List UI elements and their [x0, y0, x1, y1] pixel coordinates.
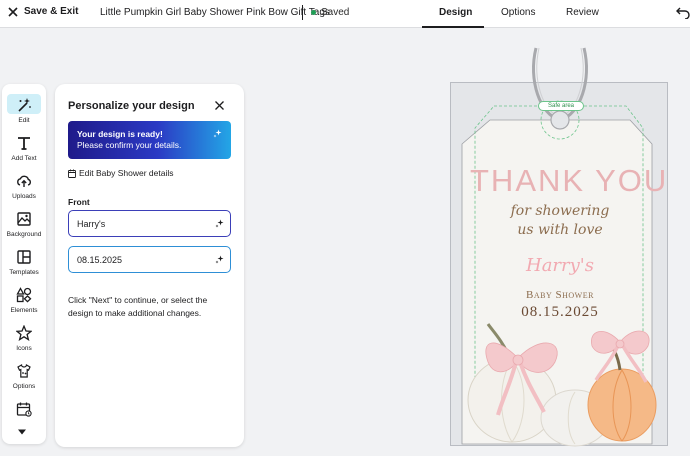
tab-design[interactable]: Design: [439, 7, 472, 18]
top-bar: Save & Exit Little Pumpkin Girl Baby Sho…: [0, 0, 690, 28]
close-icon[interactable]: [214, 100, 225, 111]
tool-edit-label: Edit: [18, 117, 30, 124]
tool-templates[interactable]: Templates: [4, 246, 44, 280]
tool-add-text[interactable]: Add Text: [4, 132, 44, 166]
saved-dot-icon: [311, 10, 316, 15]
save-exit-button[interactable]: Save & Exit: [8, 6, 78, 17]
calendar-icon: [16, 402, 32, 417]
name-field[interactable]: [68, 210, 231, 237]
tab-review[interactable]: Review: [566, 7, 599, 18]
text-icon: [18, 137, 30, 150]
close-icon: [8, 6, 18, 17]
ai-sparkle-icon[interactable]: [215, 219, 224, 228]
tag-script-line-1[interactable]: for showering: [470, 203, 650, 219]
tool-templates-label: Templates: [9, 269, 39, 276]
save-exit-label: Save & Exit: [24, 6, 79, 17]
title-divider: [302, 5, 303, 20]
image-icon: [17, 212, 31, 226]
edit-details-label: Edit Baby Shower details: [79, 168, 174, 178]
templates-icon: [17, 250, 31, 264]
personalize-panel: Personalize your design Your design is r…: [55, 84, 244, 447]
ready-title: Your design is ready!: [77, 129, 163, 139]
ready-banner: Your design is ready! Please confirm you…: [68, 121, 231, 159]
tag-script-line-2[interactable]: us with love: [470, 222, 650, 238]
calendar-edit-icon: [68, 169, 76, 178]
tool-uploads[interactable]: Uploads: [4, 170, 44, 204]
ready-subtitle: Please confirm your details.: [77, 140, 182, 150]
tool-background-label: Background: [6, 231, 42, 238]
tag-hole: [550, 110, 570, 130]
left-toolbar: Edit Add Text Uploads Background Templat…: [2, 84, 46, 444]
tag-thank-you-text[interactable]: THANK YOU: [470, 163, 666, 199]
saved-label: Saved: [321, 7, 350, 18]
toolbar-more-chevron-icon[interactable]: [17, 428, 27, 436]
name-input[interactable]: [77, 218, 207, 229]
sparkle-icon: [213, 129, 222, 138]
tool-calendar[interactable]: [4, 398, 44, 432]
wand-icon: [18, 98, 31, 112]
document-title: Little Pumpkin Girl Baby Shower Pink Bow…: [100, 7, 330, 18]
saved-status: Saved: [311, 7, 349, 18]
edit-details-link[interactable]: Edit Baby Shower details: [68, 168, 174, 178]
tool-uploads-label: Uploads: [12, 193, 36, 200]
shirt-icon: [17, 363, 31, 378]
undo-icon[interactable]: [676, 5, 690, 19]
tool-options-label: Options: [12, 383, 36, 390]
tool-elements[interactable]: Elements: [4, 284, 44, 318]
tool-edit[interactable]: Edit: [4, 94, 44, 128]
help-text: Click "Next" to continue, or select the …: [68, 295, 208, 318]
elements-icon: [16, 287, 32, 303]
tab-options[interactable]: Options: [501, 7, 535, 18]
tool-options[interactable]: Options: [4, 360, 44, 394]
tool-background[interactable]: Background: [4, 208, 44, 242]
tag-date-text[interactable]: 08.15.2025: [470, 304, 650, 321]
tool-icons-label: Icons: [16, 345, 32, 352]
date-field[interactable]: [68, 246, 231, 273]
star-icon: [16, 325, 32, 341]
ai-sparkle-icon[interactable]: [215, 255, 224, 264]
active-tab-indicator: [422, 26, 484, 28]
date-input[interactable]: [77, 254, 207, 265]
tool-elements-label: Elements: [10, 307, 38, 314]
cloud-upload-icon: [17, 175, 31, 187]
tag-event-text[interactable]: Baby Shower: [470, 289, 650, 301]
tag-name-text[interactable]: Harry's: [470, 255, 650, 276]
front-section-label: Front: [68, 197, 90, 207]
tool-icons[interactable]: Icons: [4, 322, 44, 356]
panel-title: Personalize your design: [68, 100, 195, 112]
safe-area-label: Safe area: [538, 101, 584, 111]
tool-add-text-label: Add Text: [11, 155, 37, 162]
